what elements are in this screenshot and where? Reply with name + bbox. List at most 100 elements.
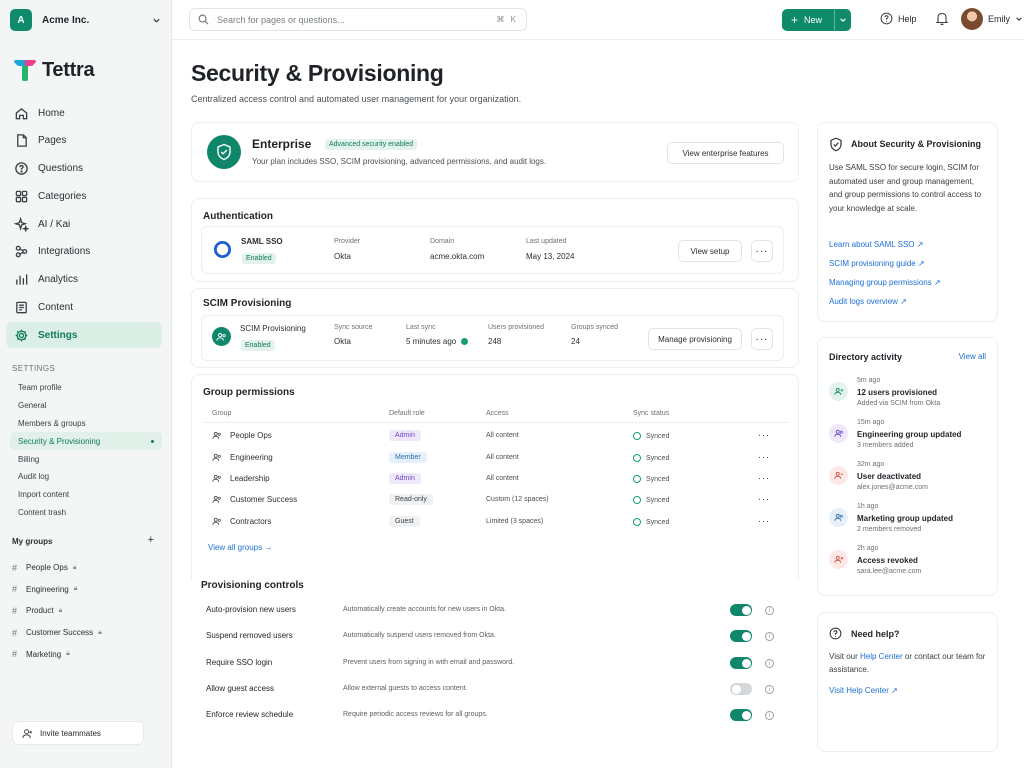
provider-value: Okta xyxy=(334,252,351,261)
help-center-inline-link[interactable]: Help Center xyxy=(860,652,903,661)
row-more-button[interactable]: ··· xyxy=(758,516,770,526)
control-description: Automatically suspend users removed from… xyxy=(343,632,496,639)
activity-item: 2h ago Access revoked sara.lee@acme.com xyxy=(829,545,989,583)
role-badge[interactable]: Guest xyxy=(389,516,420,527)
scim-card: SCIM Provisioning SCIM Provisioning Enab… xyxy=(191,288,799,368)
top-bar: Search for pages or questions... ⌘ K + N… xyxy=(172,0,1024,40)
hash-icon: # xyxy=(12,584,18,595)
nav-questions[interactable]: Questions xyxy=(6,156,162,182)
control-label: Suspend removed users xyxy=(206,631,293,640)
nav-home[interactable]: Home xyxy=(6,100,162,126)
scim-guide-link[interactable]: SCIM provisioning guide ↗ xyxy=(829,259,925,268)
activity-title: Engineering group updated xyxy=(857,430,962,439)
view-all-activity-link[interactable]: View all xyxy=(959,352,986,361)
info-icon[interactable]: i xyxy=(765,685,774,694)
subnav-content-trash[interactable]: Content trash xyxy=(10,504,162,522)
suspend-removed-toggle[interactable] xyxy=(730,630,752,642)
subnav-members-groups[interactable]: Members & groups xyxy=(10,415,162,433)
info-icon[interactable]: i xyxy=(765,632,774,641)
role-badge[interactable]: Admin xyxy=(389,473,421,484)
info-icon[interactable]: i xyxy=(765,659,774,668)
nav-pages[interactable]: Pages xyxy=(6,128,162,154)
sync-source-label: Sync source xyxy=(334,324,373,331)
subnav-audit-log[interactable]: Audit log xyxy=(10,468,162,486)
nav-ai[interactable]: AI / Kai xyxy=(6,211,162,237)
sync-status: Synced xyxy=(633,454,669,462)
review-schedule-toggle[interactable] xyxy=(730,709,752,721)
toggle-knob xyxy=(741,605,751,615)
access-value: Custom (12 spaces) xyxy=(486,496,549,503)
control-label: Auto-provision new users xyxy=(206,605,296,614)
subnav-billing[interactable]: Billing xyxy=(10,450,162,468)
row-more-button[interactable]: ··· xyxy=(758,473,770,483)
info-icon[interactable]: i xyxy=(765,711,774,720)
invite-label: Invite teammates xyxy=(40,728,101,738)
view-all-groups-link[interactable]: View all groups → xyxy=(208,543,272,552)
nav-analytics[interactable]: Analytics xyxy=(6,267,162,293)
more-options-button[interactable]: ··· xyxy=(751,328,773,350)
group-label: Customer Success xyxy=(230,495,298,504)
group-label: Product xyxy=(26,606,54,616)
view-setup-button[interactable]: View setup xyxy=(678,240,742,262)
workspace-switcher[interactable]: A Acme Inc. xyxy=(10,9,162,31)
group-permissions-link[interactable]: Managing group permissions ↗ xyxy=(829,278,941,287)
group-item-people-ops[interactable]: # People Ops 🔒︎ xyxy=(12,557,162,579)
lock-icon: 🔒︎ xyxy=(72,563,77,571)
column-header-role: Default role xyxy=(389,410,425,417)
add-group-button[interactable]: + xyxy=(148,534,154,546)
visit-help-center-link[interactable]: Visit Help Center ↗ xyxy=(829,686,898,695)
about-panel: About Security & Provisioning Use SAML S… xyxy=(817,122,998,322)
control-description: Prevent users from signing in with email… xyxy=(343,659,515,666)
row-more-button[interactable]: ··· xyxy=(758,494,770,504)
nav-label: Home xyxy=(38,107,65,119)
subnav-general[interactable]: General xyxy=(10,397,162,415)
group-item-engineering[interactable]: # Engineering 🔒︎ xyxy=(12,579,162,601)
new-dropdown-toggle[interactable] xyxy=(834,9,851,31)
saml-sso-link[interactable]: Learn about SAML SSO ↗ xyxy=(829,240,923,249)
subnav-import-content[interactable]: Import content xyxy=(10,486,162,504)
row-more-button[interactable]: ··· xyxy=(758,452,770,462)
check-circle-icon xyxy=(633,454,641,462)
new-button[interactable]: + New xyxy=(782,9,851,31)
settings-subnav: Team profile General Members & groups Se… xyxy=(10,379,162,521)
group-icon xyxy=(212,517,221,525)
user-menu[interactable]: Emily xyxy=(961,8,1023,30)
view-enterprise-features-button[interactable]: View enterprise features xyxy=(667,142,784,164)
audit-logs-link[interactable]: Audit logs overview ↗ xyxy=(829,297,907,306)
check-circle-icon xyxy=(633,432,641,440)
invite-teammates-button[interactable]: Invite teammates xyxy=(12,721,144,745)
require-sso-toggle[interactable] xyxy=(730,657,752,669)
info-icon[interactable]: i xyxy=(765,606,774,615)
subnav-label: Security & Provisioning xyxy=(18,436,101,446)
role-badge[interactable]: Member xyxy=(389,452,427,463)
section-title: SCIM Provisioning xyxy=(203,298,292,309)
guest-access-toggle[interactable] xyxy=(730,683,752,695)
hash-icon: # xyxy=(12,562,18,573)
nav-integrations[interactable]: Integrations xyxy=(6,239,162,265)
subnav-security-provisioning[interactable]: Security & Provisioning xyxy=(10,432,162,451)
sparkle-icon xyxy=(14,216,29,232)
subnav-team-profile[interactable]: Team profile xyxy=(10,379,162,397)
row-more-button[interactable]: ··· xyxy=(758,430,770,440)
group-item-marketing[interactable]: # Marketing 🔒︎ xyxy=(12,643,162,665)
search-input[interactable]: Search for pages or questions... ⌘ K xyxy=(189,8,527,31)
nav-settings[interactable]: Settings xyxy=(6,322,162,349)
workspace-name: Acme Inc. xyxy=(42,14,90,26)
auto-provision-toggle[interactable] xyxy=(730,604,752,616)
group-item-customer-success[interactable]: # Customer Success 🔒︎ xyxy=(12,622,162,644)
notifications-button[interactable] xyxy=(935,11,949,28)
nav-content[interactable]: Content xyxy=(6,295,162,321)
role-badge[interactable]: Admin xyxy=(389,430,421,441)
role-badge[interactable]: Read-only xyxy=(389,494,433,505)
manage-provisioning-button[interactable]: Manage provisioning xyxy=(648,328,742,350)
nav-categories[interactable]: Categories xyxy=(6,183,162,209)
section-title: Authentication xyxy=(203,211,273,222)
provisioning-controls-card: Provisioning controls Auto-provision new… xyxy=(191,574,799,764)
group-item-product[interactable]: # Product 🔒︎ xyxy=(12,600,162,622)
help-button[interactable]: Help xyxy=(880,12,917,25)
last-sync-text: 5 minutes ago xyxy=(406,337,457,346)
more-options-button[interactable]: ··· xyxy=(751,240,773,262)
status-badge: Advanced security enabled xyxy=(325,139,418,150)
brand-logo[interactable]: Tettra xyxy=(12,57,95,83)
group-label: Leadership xyxy=(230,474,270,483)
